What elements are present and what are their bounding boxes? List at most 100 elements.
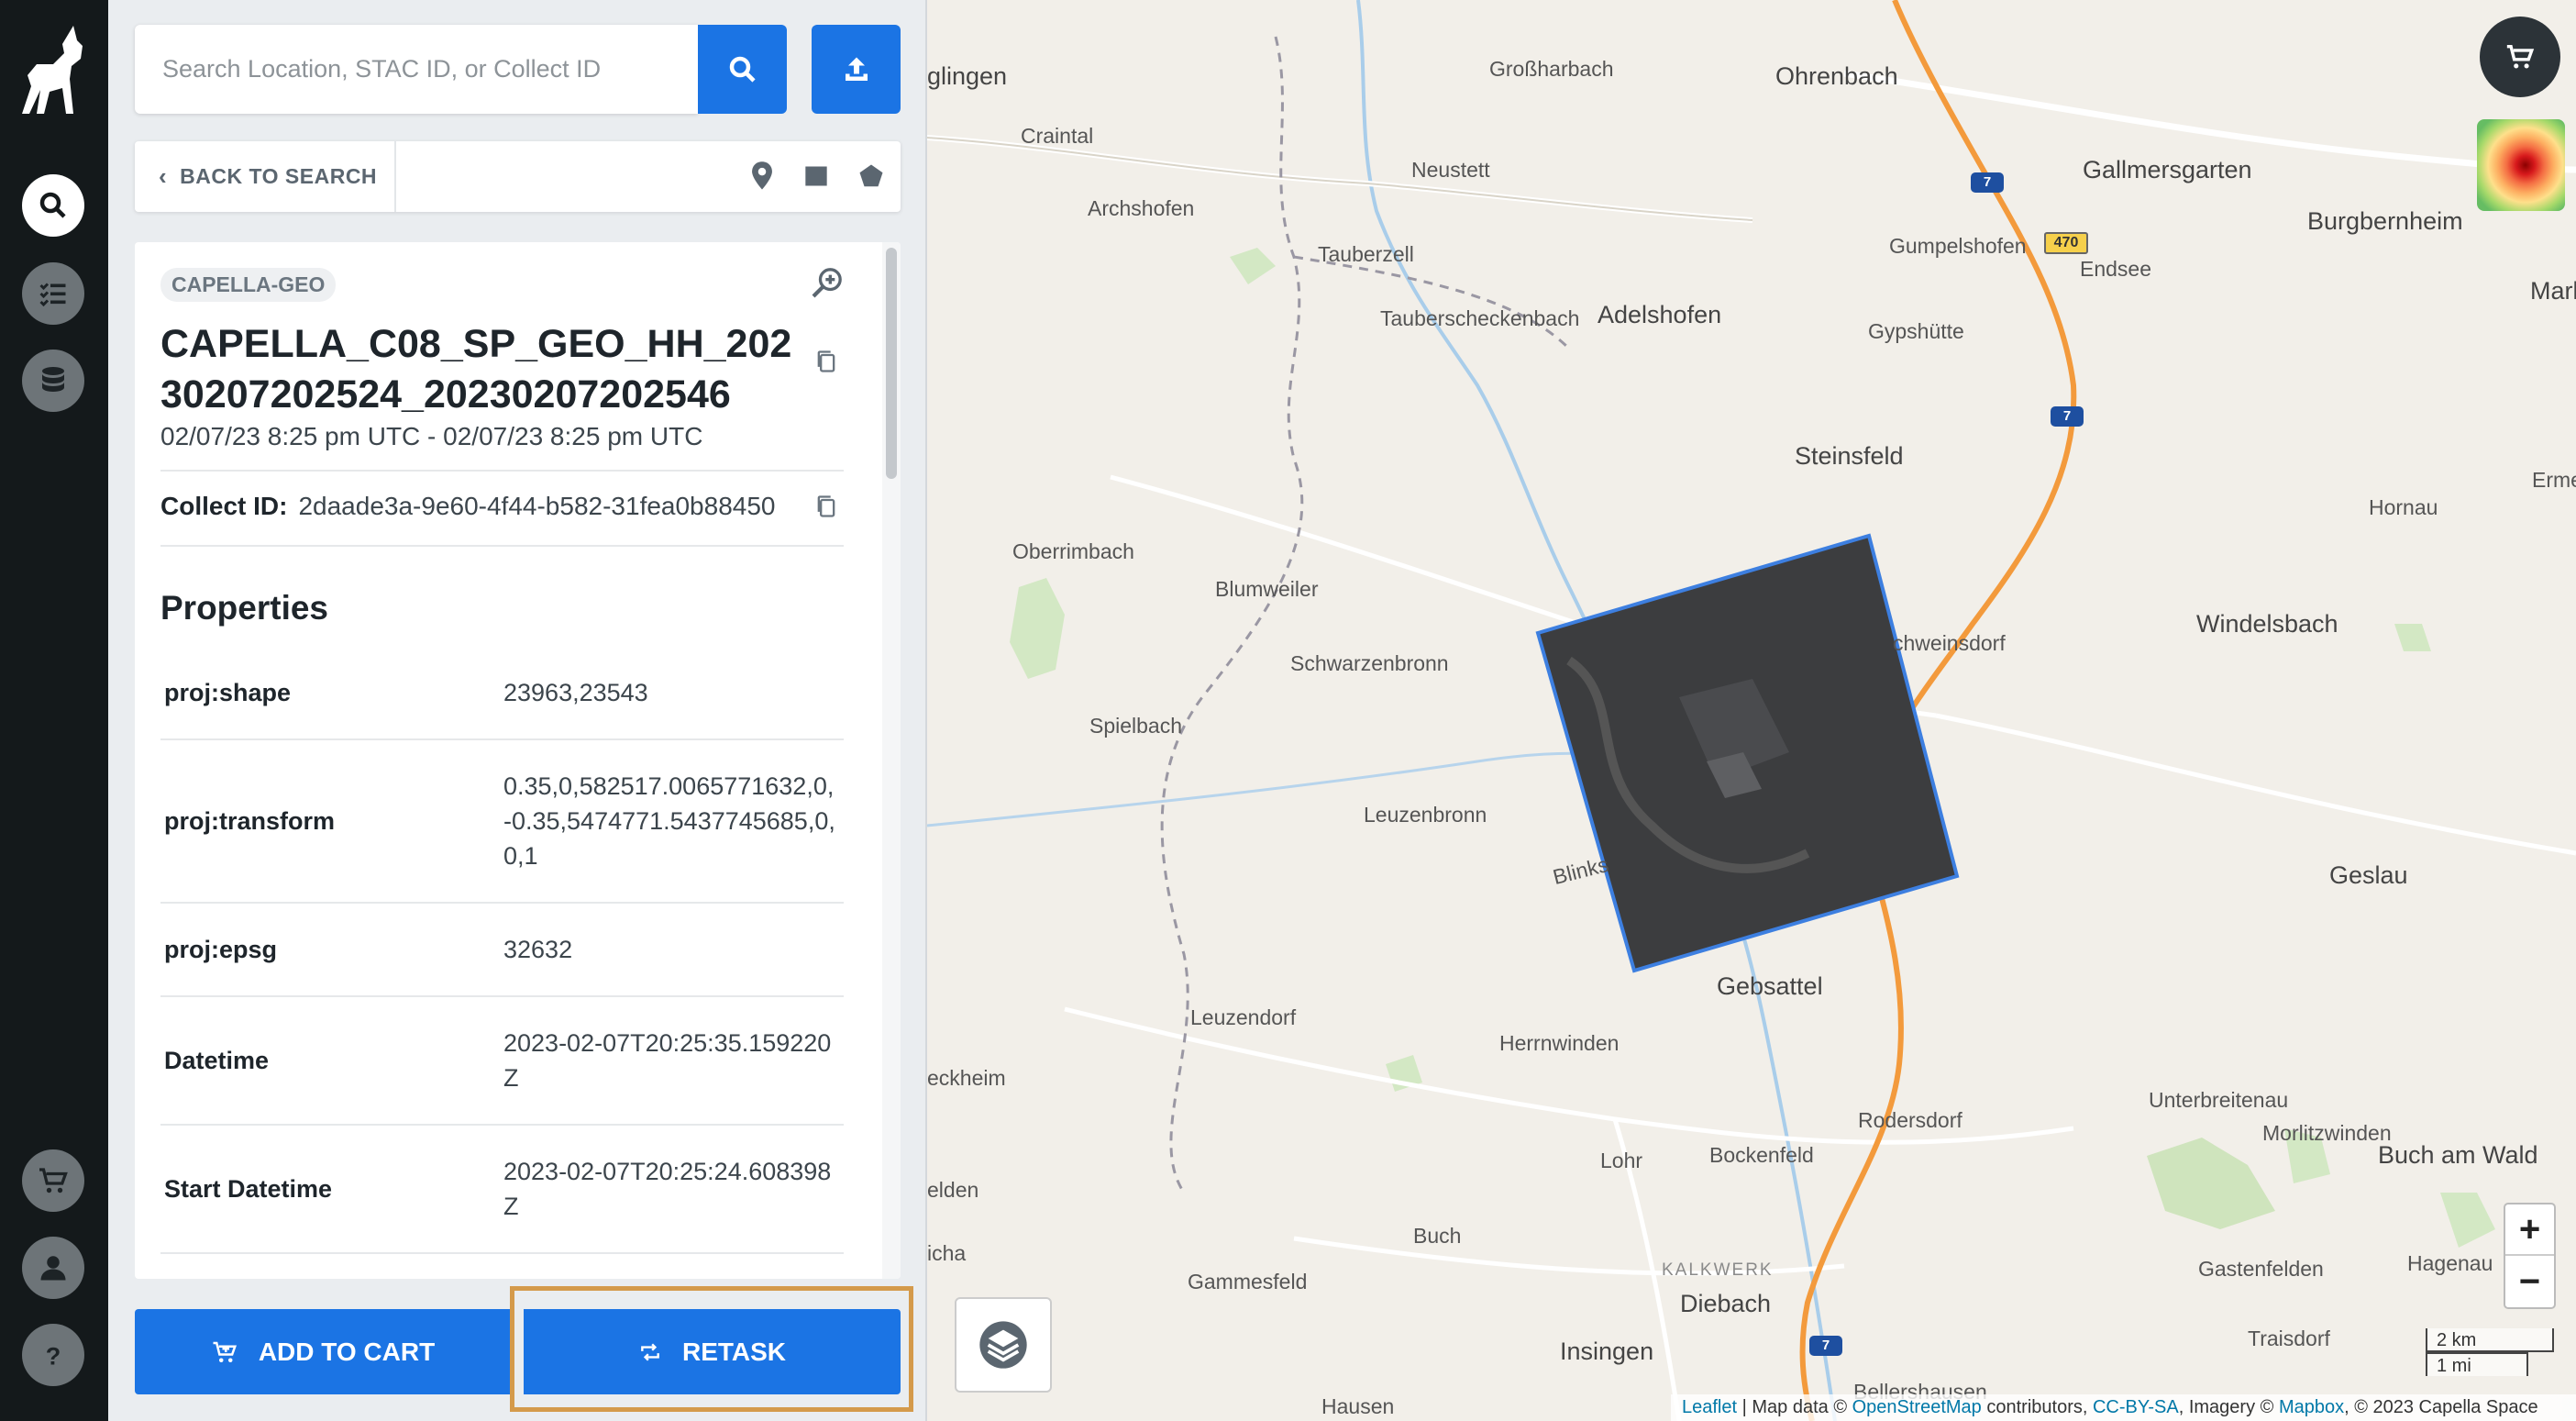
layers-button[interactable]	[955, 1297, 1052, 1393]
map-place-label: Archshofen	[1088, 196, 1195, 220]
table-row: proj:shape 23963,23543	[160, 646, 844, 740]
osm-link[interactable]: OpenStreetMap	[1852, 1397, 1982, 1417]
rail-cart-button[interactable]	[22, 1149, 84, 1212]
map-place-label: Diebach	[1680, 1290, 1772, 1317]
search-button[interactable]	[698, 25, 787, 114]
capella-logo	[22, 26, 83, 114]
map-place-label: elden	[927, 1178, 979, 1202]
heatmap-thumbnail[interactable]	[2477, 119, 2565, 211]
repeat-icon	[641, 1342, 659, 1361]
map-place-label: Adelshofen	[1598, 301, 1722, 328]
add-to-cart-icon	[213, 1341, 237, 1362]
cart-icon	[39, 1168, 68, 1193]
retask-button[interactable]: RETASK	[524, 1309, 901, 1394]
collect-id-row: Collect ID: 2daade3a-9e60-4f44-b582-31fea…	[160, 492, 776, 521]
zoom-in-button[interactable]: +	[2505, 1205, 2554, 1256]
rectangle-tool-button[interactable]	[799, 159, 834, 194]
scale-mi: 1 mi	[2426, 1352, 2528, 1376]
map-place-label: Traisdorf	[2248, 1327, 2330, 1350]
map-place-label: glingen	[927, 62, 1008, 90]
map-view[interactable]: glingen Großharbach Ohrenbach Craintal G…	[927, 0, 2576, 1421]
zoom-out-button[interactable]: −	[2505, 1256, 2554, 1307]
property-value: 23963,23543	[500, 646, 844, 740]
leaflet-link[interactable]: Leaflet	[1682, 1397, 1737, 1417]
database-icon	[42, 367, 64, 392]
rail-user-button[interactable]	[22, 1237, 84, 1299]
detail-scrollbar[interactable]	[882, 242, 901, 1279]
nav-rail: ?	[0, 0, 108, 1421]
properties-table: proj:shape 23963,23543 proj:transform 0.…	[160, 646, 844, 1254]
cc-by-sa-link[interactable]: CC-BY-SA	[2093, 1397, 2179, 1417]
map-place-label: Marktb	[2530, 277, 2576, 305]
divider	[160, 545, 844, 547]
map-place-label: Hausen	[1321, 1394, 1395, 1418]
rail-search-button[interactable]	[22, 174, 84, 237]
map-place-label: Lohr	[1600, 1149, 1643, 1172]
geometry-toolbar: ‹ BACK TO SEARCH	[135, 141, 901, 212]
map-place-label: Herrnwinden	[1499, 1031, 1620, 1055]
map-place-label: Großharbach	[1489, 57, 1614, 81]
property-value: 0.35,0,582517.0065771632,0,-0.35,5474771…	[500, 739, 844, 904]
map-place-label: Geslau	[2329, 861, 2408, 889]
map-place-label: Steinsfeld	[1795, 442, 1904, 470]
map-place-label: chweinsdorf	[1893, 631, 2006, 655]
task-list-icon	[39, 283, 66, 307]
map-cart-button[interactable]	[2480, 17, 2560, 97]
map-place-label: Gastenfelden	[2198, 1257, 2324, 1281]
map-place-label: Rodersdorf	[1858, 1108, 1962, 1132]
side-panel: ‹ BACK TO SEARCH CAPELLA-GEO CAPELLA_C08…	[108, 0, 927, 1421]
table-row: proj:transform 0.35,0,582517.0065771632,…	[160, 739, 844, 904]
map-place-label: Schwarzenbronn	[1290, 651, 1449, 675]
polygon-tool-button[interactable]	[854, 159, 889, 194]
pin-tool-button[interactable]	[745, 159, 779, 194]
map-place-label: Ermet	[2532, 468, 2576, 492]
zoom-control: + −	[2504, 1203, 2556, 1309]
map-place-label: eckheim	[927, 1066, 1006, 1090]
divider	[160, 470, 844, 472]
map-place-label: Gypshütte	[1868, 319, 1964, 343]
table-row: Start Datetime 2023-02-07T20:25:24.60839…	[160, 1125, 844, 1254]
attribution-text: | Map data ©	[1737, 1397, 1852, 1417]
scale-km: 2 km	[2426, 1328, 2554, 1352]
map-place-label: Buch	[1413, 1224, 1462, 1248]
upload-button[interactable]	[812, 25, 901, 114]
back-to-search-link[interactable]: ‹ BACK TO SEARCH	[135, 141, 396, 212]
user-icon	[40, 1256, 66, 1281]
mapbox-link[interactable]: Mapbox	[2279, 1397, 2344, 1417]
search-icon	[39, 192, 66, 218]
collect-id-label: Collect ID:	[160, 492, 288, 520]
map-place-label: Hagenau	[2407, 1251, 2493, 1275]
map-place-label: KALKWERK	[1662, 1260, 1774, 1280]
map-place-label: Burgbernheim	[2307, 207, 2463, 235]
highway-shield: 7	[2051, 406, 2084, 427]
back-to-search-label: BACK TO SEARCH	[180, 164, 378, 188]
map-place-label: Tauberzell	[1318, 242, 1414, 266]
map-place-label: Leuzenbronn	[1364, 803, 1487, 827]
zoom-to-item-icon[interactable]	[809, 264, 846, 301]
map-place-label: Oberrimbach	[1012, 539, 1134, 563]
property-value: 2023-02-07T20:25:35.159220Z	[500, 996, 844, 1126]
rail-help-button[interactable]: ?	[22, 1324, 84, 1386]
rail-database-button[interactable]	[22, 350, 84, 412]
copy-title-icon[interactable]	[813, 349, 839, 374]
scrollbar-thumb[interactable]	[886, 248, 897, 479]
property-value: 2023-02-07T20:25:24.608398Z	[500, 1125, 844, 1254]
copy-collect-id-icon[interactable]	[813, 494, 839, 519]
map-place-label: Morlitzwinden	[2262, 1121, 2392, 1145]
rectangle-icon	[805, 166, 827, 186]
highway-shield: 7	[1971, 172, 2004, 193]
svg-text:?: ?	[46, 1343, 61, 1371]
map-place-label: Insingen	[1560, 1338, 1654, 1365]
attribution-text: , Imagery ©	[2178, 1397, 2279, 1417]
map-place-label: icha	[927, 1241, 967, 1265]
search-input[interactable]	[135, 25, 698, 114]
layers-icon	[979, 1321, 1027, 1369]
pin-icon	[752, 161, 772, 190]
highway-shield: 470	[2044, 232, 2088, 254]
rail-tasks-button[interactable]	[22, 262, 84, 325]
retask-label: RETASK	[681, 1337, 787, 1366]
map-place-label: Craintal	[1021, 124, 1094, 148]
collect-id-value: 2daade3a-9e60-4f44-b582-31fea0b88450	[298, 492, 776, 520]
add-to-cart-button[interactable]: ADD TO CART	[135, 1309, 511, 1394]
map-place-label: Gumpelshofen	[1889, 234, 2027, 258]
